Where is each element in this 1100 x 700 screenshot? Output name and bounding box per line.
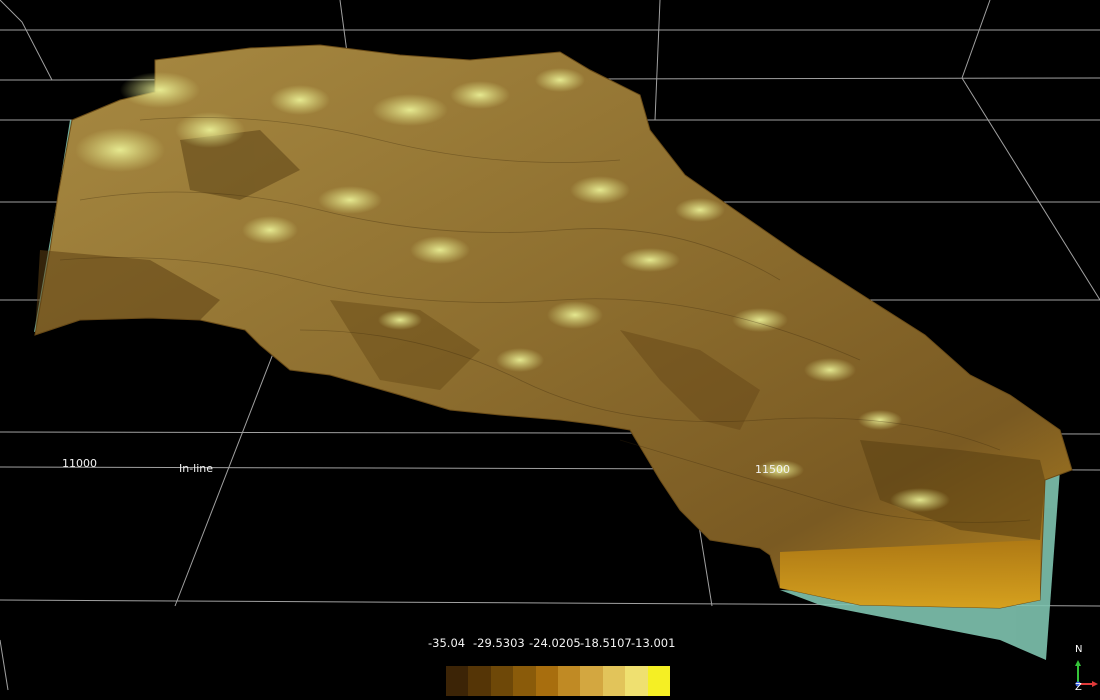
colorbar-tick-2: -24.0205 xyxy=(529,636,581,650)
colorbar-swatch-5 xyxy=(558,666,581,696)
colorbar-swatch-9 xyxy=(647,666,671,696)
colorbar-swatch-8 xyxy=(625,666,648,696)
orientation-compass: N Z xyxy=(1066,644,1100,696)
colorbar-tick-1: -29.5303 xyxy=(473,636,525,650)
colorbar-tick-4: -13.001 xyxy=(631,636,676,650)
colorbar-swatches xyxy=(446,666,671,696)
colorbar-swatch-3 xyxy=(513,666,536,696)
colorbar-swatch-6 xyxy=(580,666,603,696)
colorbar-swatch-1 xyxy=(468,666,491,696)
compass-axes-icon xyxy=(1075,660,1098,687)
color-scale-legend: -35.04 -29.5303 -24.0205 -18.5107 -13.00… xyxy=(420,636,680,696)
scene-svg xyxy=(0,0,1100,691)
colorbar-tick-0: -35.04 xyxy=(428,636,466,650)
colorbar-tick-3: -18.5107 xyxy=(580,636,632,650)
inline-tick-11000: 11000 xyxy=(62,457,97,470)
inline-axis-label: In-line xyxy=(179,462,214,475)
3d-viewport[interactable]: 11000 In-line 11500 xyxy=(0,0,1100,696)
colorbar-swatch-0 xyxy=(446,666,469,696)
compass-north-label: N xyxy=(1075,644,1083,655)
compass-z-label: Z xyxy=(1075,682,1082,693)
colorbar-swatch-2 xyxy=(490,666,514,696)
colorbar-swatch-7 xyxy=(602,666,626,696)
colorbar-swatch-4 xyxy=(535,666,559,696)
colorbar-tick-labels: -35.04 -29.5303 -24.0205 -18.5107 -13.00… xyxy=(420,636,680,652)
inline-tick-11500: 11500 xyxy=(755,463,790,476)
